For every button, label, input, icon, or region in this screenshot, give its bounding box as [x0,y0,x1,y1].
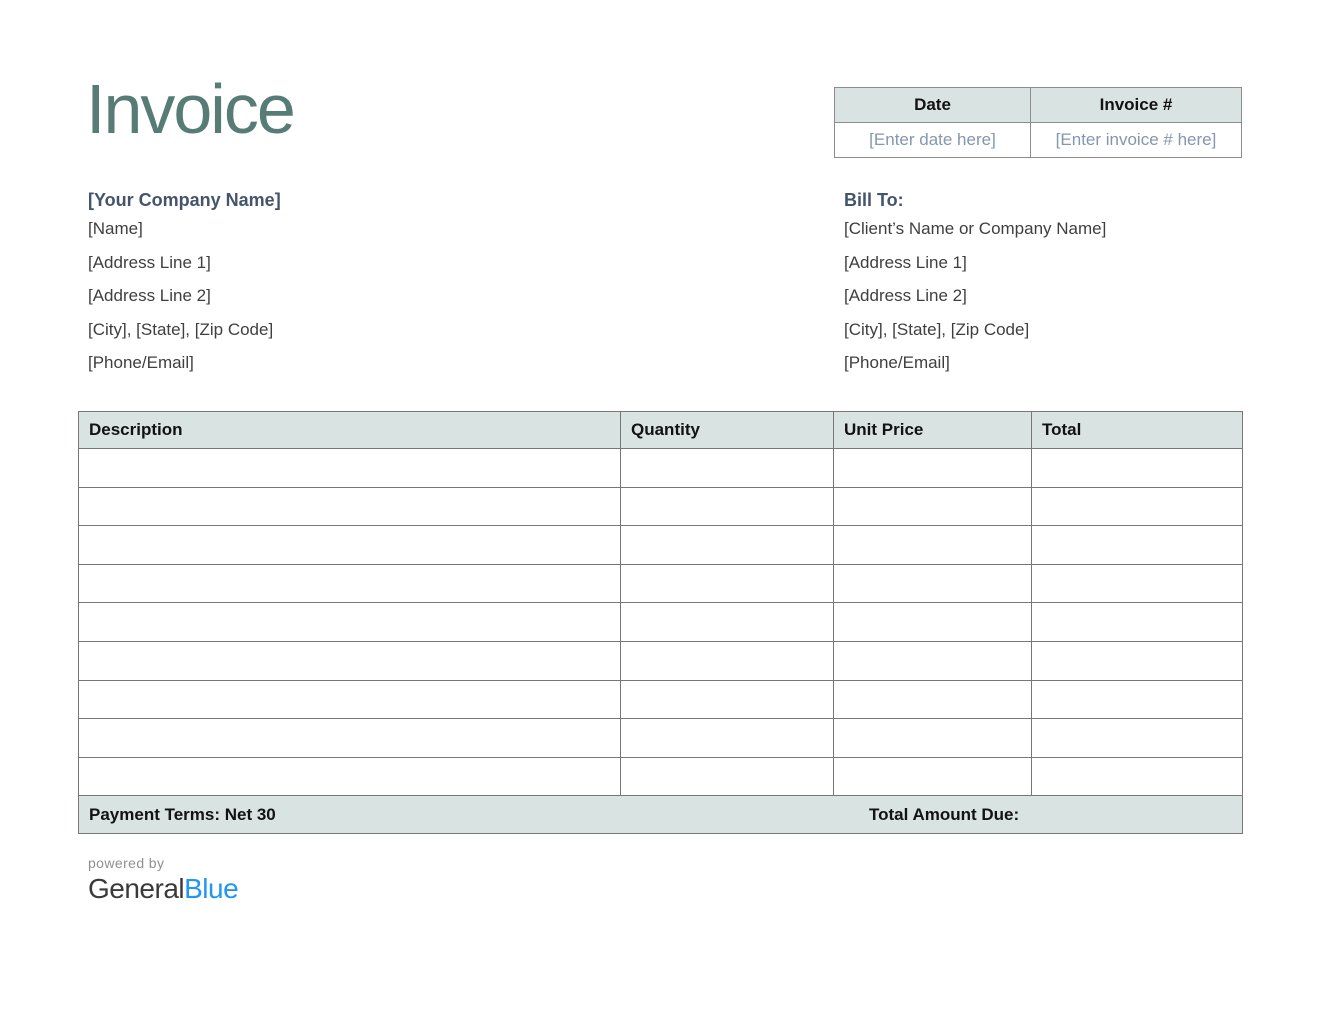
item-cell[interactable] [79,757,621,796]
item-cell[interactable] [834,757,1032,796]
item-cell[interactable] [621,564,834,603]
client-address-line-1[interactable]: [Address Line 1] [844,246,1274,280]
invoice-meta-table: Date Invoice # [Enter date here] [Enter … [834,87,1242,158]
payment-terms-label: Payment Terms: Net 30 [89,805,276,824]
client-address-line-2[interactable]: [Address Line 2] [844,279,1274,313]
item-cell[interactable] [79,680,621,719]
bill-to-block: Bill To: [Client’s Name or Company Name]… [844,188,1274,380]
client-phone-email[interactable]: [Phone/Email] [844,346,1274,380]
item-cell[interactable] [621,719,834,758]
item-row [79,526,1243,565]
invoice-number-field[interactable]: [Enter invoice # here] [1031,123,1242,158]
item-cell[interactable] [621,526,834,565]
item-cell[interactable] [834,526,1032,565]
company-city-state-zip[interactable]: [City], [State], [Zip Code] [88,313,518,347]
item-row [79,449,1243,488]
item-cell[interactable] [1032,564,1243,603]
client-name[interactable]: [Client’s Name or Company Name] [844,212,1274,246]
item-cell[interactable] [1032,487,1243,526]
item-cell[interactable] [621,680,834,719]
item-cell[interactable] [79,526,621,565]
column-header-description: Description [79,412,621,449]
item-cell[interactable] [834,487,1032,526]
column-header-quantity: Quantity [621,412,834,449]
item-row [79,719,1243,758]
item-cell[interactable] [621,603,834,642]
items-header-row: Description Quantity Unit Price Total [79,412,1243,449]
item-cell[interactable] [834,719,1032,758]
item-cell[interactable] [621,641,834,680]
company-contact-name[interactable]: [Name] [88,212,518,246]
items-footer-cell: Payment Terms: Net 30 Total Amount Due: [79,796,1243,834]
brand-wordmark: GeneralBlue [88,873,238,905]
item-cell[interactable] [1032,449,1243,488]
item-cell[interactable] [834,449,1032,488]
item-row [79,487,1243,526]
item-cell[interactable] [834,603,1032,642]
item-cell[interactable] [621,449,834,488]
total-amount-due-label: Total Amount Due: [869,796,1019,834]
bill-to-heading: Bill To: [844,188,1274,212]
items-table: Description Quantity Unit Price Total Pa… [78,411,1243,834]
item-row [79,680,1243,719]
column-header-unit-price: Unit Price [834,412,1032,449]
item-row [79,757,1243,796]
items-footer-row: Payment Terms: Net 30 Total Amount Due: [79,796,1243,834]
date-field[interactable]: [Enter date here] [835,123,1031,158]
item-row [79,603,1243,642]
item-cell[interactable] [79,449,621,488]
company-address-line-2[interactable]: [Address Line 2] [88,279,518,313]
item-cell[interactable] [1032,526,1243,565]
item-cell[interactable] [79,719,621,758]
powered-by-text: powered by [88,854,238,872]
company-address-line-1[interactable]: [Address Line 1] [88,246,518,280]
generalblue-logo[interactable]: powered by GeneralBlue [88,854,238,905]
item-cell[interactable] [834,564,1032,603]
meta-header-row: Date Invoice # [835,88,1242,123]
item-cell[interactable] [1032,757,1243,796]
item-cell[interactable] [79,564,621,603]
item-cell[interactable] [1032,680,1243,719]
date-column-header: Date [835,88,1031,123]
item-cell[interactable] [1032,719,1243,758]
company-info-block: [Your Company Name] [Name] [Address Line… [88,188,518,380]
item-cell[interactable] [79,487,621,526]
item-row [79,641,1243,680]
client-city-state-zip[interactable]: [City], [State], [Zip Code] [844,313,1274,347]
page-title: Invoice [86,74,294,144]
column-header-total: Total [1032,412,1243,449]
invoice-number-column-header: Invoice # [1031,88,1242,123]
item-row [79,564,1243,603]
items-table-body [79,449,1243,796]
item-cell[interactable] [79,641,621,680]
item-cell[interactable] [1032,641,1243,680]
item-cell[interactable] [1032,603,1243,642]
meta-value-row: [Enter date here] [Enter invoice # here] [835,123,1242,158]
item-cell[interactable] [834,680,1032,719]
company-phone-email[interactable]: [Phone/Email] [88,346,518,380]
item-cell[interactable] [834,641,1032,680]
brand-word-blue: Blue [184,873,238,904]
item-cell[interactable] [621,757,834,796]
company-name-heading[interactable]: [Your Company Name] [88,188,518,212]
item-cell[interactable] [621,487,834,526]
item-cell[interactable] [79,603,621,642]
brand-word-general: General [88,873,184,904]
